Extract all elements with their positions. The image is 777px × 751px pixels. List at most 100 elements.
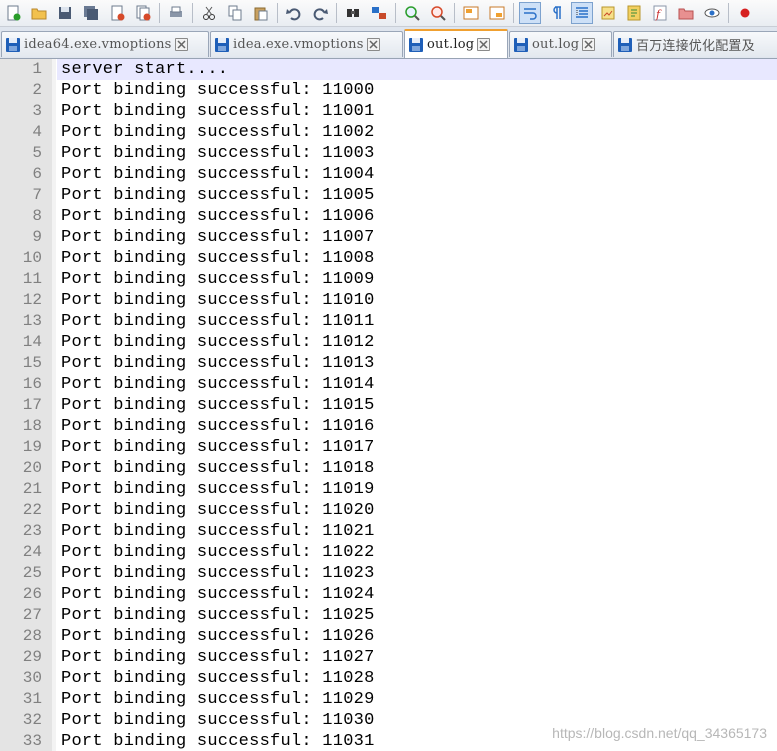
editor-line[interactable]: 23 Port binding successful: 11021: [0, 521, 777, 542]
line-number: 21: [22, 480, 42, 498]
current-line[interactable]: 1 server start....: [0, 59, 777, 80]
editor-line[interactable]: 25 Port binding successful: 11023: [0, 563, 777, 584]
editor-line[interactable]: 9 Port binding successful: 11007: [0, 227, 777, 248]
editor-line[interactable]: 17 Port binding successful: 11015: [0, 395, 777, 416]
editor-line[interactable]: 11 Port binding successful: 11009: [0, 269, 777, 290]
save-icon: [57, 5, 73, 21]
tab-label: out.log: [532, 37, 580, 52]
indent-guide-button[interactable]: [571, 2, 593, 24]
monitor-button[interactable]: [701, 2, 723, 24]
cut-button[interactable]: [198, 2, 220, 24]
tab-2[interactable]: idea.exe.vmoptions: [210, 31, 403, 57]
line-text: Port binding successful: 11002: [61, 123, 375, 142]
line-number: 1: [32, 60, 42, 78]
folder-workspace-icon: [678, 5, 694, 21]
line-number: 33: [22, 732, 42, 750]
doc-map-button[interactable]: [623, 2, 645, 24]
editor-line[interactable]: 30 Port binding successful: 11028: [0, 668, 777, 689]
line-number: 6: [32, 165, 42, 183]
close-button[interactable]: [106, 2, 128, 24]
line-text: Port binding successful: 11016: [61, 417, 375, 436]
doc-map-icon: [626, 5, 642, 21]
new-file-button[interactable]: [2, 2, 24, 24]
undo-button[interactable]: [283, 2, 305, 24]
line-number: 28: [22, 627, 42, 645]
editor-line[interactable]: 6 Port binding successful: 11004: [0, 164, 777, 185]
line-text: Port binding successful: 11009: [61, 270, 375, 289]
editor-line[interactable]: 26 Port binding successful: 11024: [0, 584, 777, 605]
folder-workspace-button[interactable]: [675, 2, 697, 24]
editor-line[interactable]: 16 Port binding successful: 11014: [0, 374, 777, 395]
editor-line[interactable]: 18 Port binding successful: 11016: [0, 416, 777, 437]
replace-button[interactable]: [368, 2, 390, 24]
save-button[interactable]: [54, 2, 76, 24]
tab-5[interactable]: 百万连接优化配置及: [613, 31, 777, 57]
editor-line[interactable]: 27 Port binding successful: 11025: [0, 605, 777, 626]
save-all-button[interactable]: [80, 2, 102, 24]
word-wrap-button[interactable]: [519, 2, 541, 24]
editor-line[interactable]: 20 Port binding successful: 11018: [0, 458, 777, 479]
toolbar-separator: [395, 3, 396, 23]
line-number: 9: [32, 228, 42, 246]
editor-line[interactable]: 8 Port binding successful: 11006: [0, 206, 777, 227]
close-tab-icon[interactable]: [477, 38, 491, 51]
line-text: Port binding successful: 11007: [61, 228, 375, 247]
line-text: Port binding successful: 11014: [61, 375, 375, 394]
editor-line[interactable]: 29 Port binding successful: 11027: [0, 647, 777, 668]
zoom-out-button[interactable]: [427, 2, 449, 24]
close-tab-icon[interactable]: [174, 38, 188, 51]
print-button[interactable]: [165, 2, 187, 24]
tab-4[interactable]: out.log: [509, 31, 612, 57]
tab-3[interactable]: out.log: [404, 29, 508, 58]
line-text: Port binding successful: 11001: [61, 102, 375, 121]
zoom-in-button[interactable]: [401, 2, 423, 24]
editor-line[interactable]: 24 Port binding successful: 11022: [0, 542, 777, 563]
close-tab-icon[interactable]: [582, 38, 596, 51]
redo-button[interactable]: [309, 2, 331, 24]
editor-line[interactable]: 3 Port binding successful: 11001: [0, 101, 777, 122]
line-number: 30: [22, 669, 42, 687]
editor-line[interactable]: 14 Port binding successful: 11012: [0, 332, 777, 353]
record-macro-button[interactable]: [734, 2, 756, 24]
copy-button[interactable]: [224, 2, 246, 24]
line-number: 23: [22, 522, 42, 540]
editor-line[interactable]: 7 Port binding successful: 11005: [0, 185, 777, 206]
editor-line[interactable]: 12 Port binding successful: 11010: [0, 290, 777, 311]
close-all-button[interactable]: [132, 2, 154, 24]
editor-area[interactable]: 1 server start.... 2 Port binding successfu…: [0, 59, 777, 751]
editor-line[interactable]: 21 Port binding successful: 11019: [0, 479, 777, 500]
file-saved-icon: [408, 37, 424, 53]
toolbar-separator: [192, 3, 193, 23]
editor-line[interactable]: 22 Port binding successful: 11020: [0, 500, 777, 521]
close-tab-icon[interactable]: [366, 38, 380, 51]
editor-line[interactable]: 2 Port binding successful: 11000: [0, 80, 777, 101]
line-number: 20: [22, 459, 42, 477]
line-number: 29: [22, 648, 42, 666]
line-text: Port binding successful: 11019: [61, 480, 375, 499]
function-list-button[interactable]: f: [649, 2, 671, 24]
zoom-out-icon: [430, 5, 446, 21]
editor-line[interactable]: 28 Port binding successful: 11026: [0, 626, 777, 647]
line-number: 12: [22, 291, 42, 309]
line-text: Port binding successful: 11003: [61, 144, 375, 163]
find-button[interactable]: [342, 2, 364, 24]
file-saved-icon: [617, 37, 633, 53]
paste-button[interactable]: [250, 2, 272, 24]
editor-line[interactable]: 31 Port binding successful: 11029: [0, 689, 777, 710]
sync-vertical-button[interactable]: [460, 2, 482, 24]
show-all-chars-button[interactable]: [545, 2, 567, 24]
line-text: Port binding successful: 11020: [61, 501, 375, 520]
sync-horizontal-button[interactable]: [486, 2, 508, 24]
editor-line[interactable]: 10 Port binding successful: 11008: [0, 248, 777, 269]
editor-line[interactable]: 15 Port binding successful: 11013: [0, 353, 777, 374]
tab-bar: idea64.exe.vmoptions idea.exe.vmoptions ou…: [0, 27, 777, 59]
open-folder-button[interactable]: [28, 2, 50, 24]
editor-line[interactable]: 4 Port binding successful: 11002: [0, 122, 777, 143]
line-text: Port binding successful: 11028: [61, 669, 375, 688]
user-lang-button[interactable]: [597, 2, 619, 24]
tab-1[interactable]: idea64.exe.vmoptions: [1, 31, 209, 57]
editor-line[interactable]: 13 Port binding successful: 11011: [0, 311, 777, 332]
editor-line[interactable]: 19 Port binding successful: 11017: [0, 437, 777, 458]
line-number: 14: [22, 333, 42, 351]
editor-line[interactable]: 5 Port binding successful: 11003: [0, 143, 777, 164]
